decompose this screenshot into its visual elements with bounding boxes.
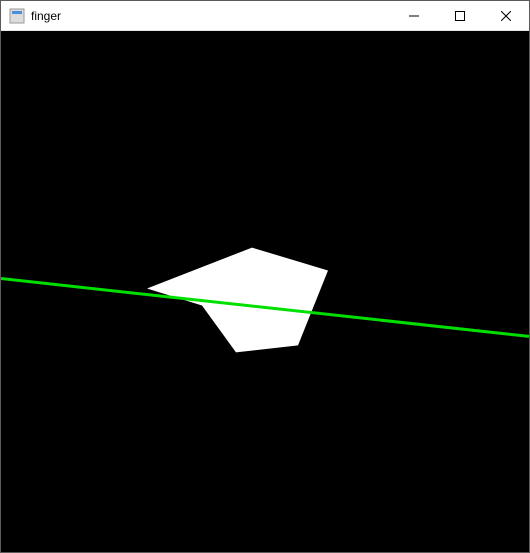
window-controls bbox=[391, 1, 529, 30]
titlebar[interactable]: finger bbox=[1, 1, 529, 31]
close-button[interactable] bbox=[483, 1, 529, 30]
maximize-icon bbox=[455, 11, 465, 21]
close-icon bbox=[501, 11, 511, 21]
render-canvas bbox=[1, 31, 529, 552]
minimize-button[interactable] bbox=[391, 1, 437, 30]
content-area bbox=[1, 31, 529, 552]
window-title: finger bbox=[31, 9, 391, 23]
app-icon bbox=[9, 8, 25, 24]
white-polygon bbox=[147, 248, 328, 353]
minimize-icon bbox=[409, 11, 419, 21]
app-window: finger bbox=[0, 0, 530, 553]
maximize-button[interactable] bbox=[437, 1, 483, 30]
